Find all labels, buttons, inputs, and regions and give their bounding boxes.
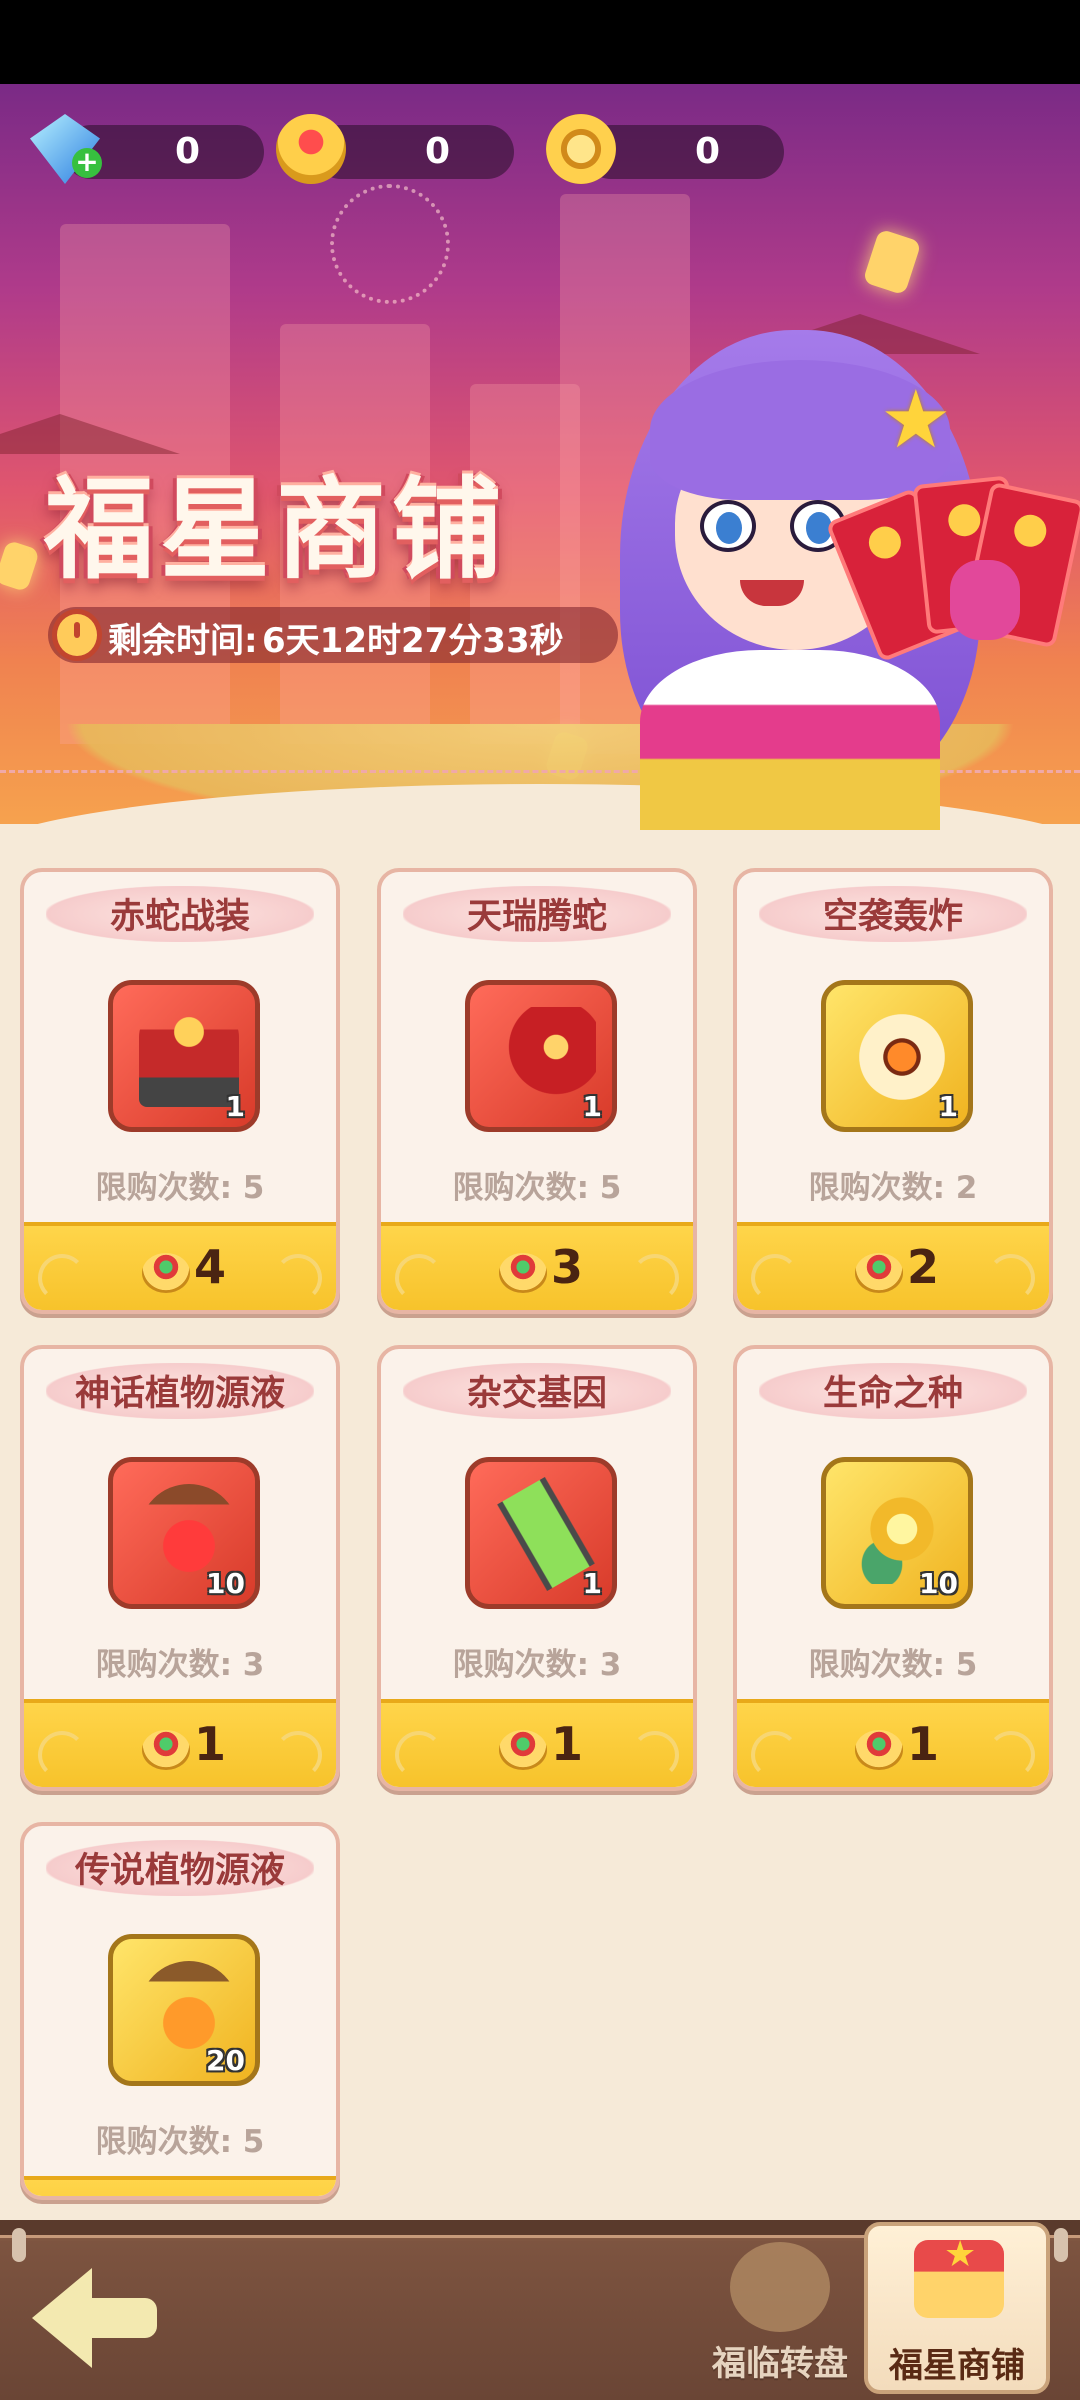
shop-item-card[interactable]: 杂交基因 1 限购次数: 3 1	[377, 1345, 697, 1791]
item-price: 2	[907, 1240, 940, 1294]
red-armor-icon: 1	[108, 980, 260, 1132]
red-potion-icon: 10	[108, 1457, 260, 1609]
item-price: 4	[194, 1240, 227, 1294]
ingot-icon	[855, 1253, 903, 1293]
timer-label: 剩余时间:	[108, 621, 258, 661]
purchase-limit: 限购次数: 5	[808, 1647, 978, 1683]
orange-potion-icon: 20	[108, 1934, 260, 2086]
item-name: 杂交基因	[466, 1374, 607, 1414]
ingot-icon	[855, 1730, 903, 1770]
coin-count: 0	[694, 131, 720, 172]
air-strike-card-icon: 1	[821, 980, 973, 1132]
buy-button[interactable]: 3	[381, 1222, 693, 1310]
nav-wheel-label: 福临转盘	[712, 2344, 848, 2384]
page-title: 福星商铺	[44, 466, 508, 594]
item-name: 空袭轰炸	[822, 897, 963, 937]
item-price: 3	[551, 1240, 584, 1294]
shop-item-card[interactable]: 空袭轰炸 1 限购次数: 2 2	[733, 868, 1053, 1314]
fortune-bag-icon	[730, 2242, 830, 2332]
life-seed-icon: 10	[821, 1457, 973, 1609]
item-name: 传说植物源液	[74, 1851, 285, 1891]
red-dragon-icon: 1	[465, 980, 617, 1132]
purchase-limit: 限购次数: 3	[452, 1647, 622, 1683]
back-arrow-icon[interactable]	[32, 2268, 157, 2368]
item-price: 1	[907, 1717, 940, 1771]
item-name: 天瑞腾蛇	[466, 897, 607, 937]
item-name: 神话植物源液	[74, 1374, 285, 1414]
coin-icon	[546, 114, 616, 184]
ingot-icon	[276, 114, 346, 184]
shop-item-card[interactable]: 赤蛇战装 1 限购次数: 5 4	[20, 868, 340, 1314]
gene-tube-icon: 1	[465, 1457, 617, 1609]
purchase-limit: 限购次数: 2	[808, 1170, 978, 1206]
shop-item-card[interactable]: 传说植物源液 20 限购次数: 5	[20, 1822, 340, 2200]
buy-button[interactable]: 1	[24, 1699, 336, 1787]
status-bar	[0, 0, 1080, 84]
buy-button[interactable]: 2	[737, 1222, 1049, 1310]
buy-button[interactable]: 4	[24, 1222, 336, 1310]
buy-button[interactable]: 1	[737, 1699, 1049, 1787]
nav-shop-button[interactable]: 福星商铺	[864, 2222, 1050, 2394]
item-quantity: 1	[938, 1090, 958, 1123]
ingot-icon	[499, 1730, 547, 1770]
timer-value: 6天12时27分33秒	[262, 621, 564, 661]
item-price: 1	[551, 1717, 584, 1771]
ingot-icon	[499, 1253, 547, 1293]
shop-item-card[interactable]: 神话植物源液 10 限购次数: 3 1	[20, 1345, 340, 1791]
item-quantity: 10	[919, 1567, 958, 1600]
item-price: 1	[194, 1717, 227, 1771]
nav-fortune-wheel-button[interactable]: 福临转盘	[690, 2232, 870, 2392]
buy-button[interactable]: 1	[381, 1699, 693, 1787]
purchase-limit: 限购次数: 5	[452, 1170, 622, 1206]
item-quantity: 1	[582, 1567, 602, 1600]
star-hairpin-icon: ★	[880, 373, 952, 466]
item-quantity: 1	[582, 1090, 602, 1123]
ingot-count: 0	[424, 131, 450, 172]
item-name: 赤蛇战装	[109, 897, 250, 937]
nav-shop-label: 福星商铺	[889, 2346, 1025, 2386]
shop-item-card[interactable]: 生命之种 10 限购次数: 5 1	[733, 1345, 1053, 1791]
item-quantity: 20	[206, 2044, 245, 2077]
ingot-icon	[142, 1730, 190, 1770]
purchase-limit: 限购次数: 5	[95, 1170, 265, 1206]
buy-button[interactable]	[24, 2176, 336, 2196]
shop-stall-icon	[914, 2234, 1004, 2318]
stopwatch-icon	[52, 609, 102, 661]
diamond-count: 0	[174, 131, 200, 172]
purchase-limit: 限购次数: 5	[95, 2124, 265, 2160]
shop-screen: ★ 0 + 0 0 福星商铺 剩余时间: 6天12时27分33秒 赤蛇战装 1 …	[0, 0, 1080, 2400]
item-quantity: 1	[225, 1090, 245, 1123]
add-diamond-icon[interactable]: +	[72, 148, 102, 178]
purchase-limit: 限购次数: 3	[95, 1647, 265, 1683]
ingot-icon	[142, 1253, 190, 1293]
item-name: 生命之种	[822, 1374, 963, 1414]
item-quantity: 10	[206, 1567, 245, 1600]
shop-item-card[interactable]: 天瑞腾蛇 1 限购次数: 5 3	[377, 868, 697, 1314]
